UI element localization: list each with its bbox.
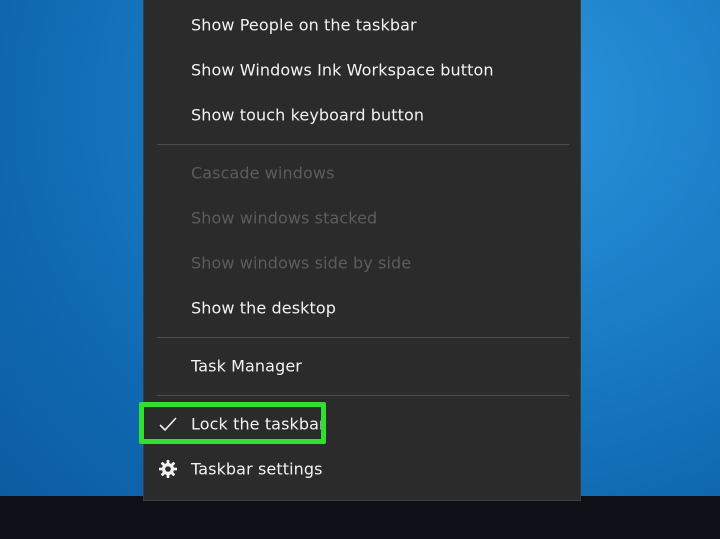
menu-item-show-windows-stacked: Show windows stacked — [144, 198, 580, 238]
menu-item-show-windows-side-by-side: Show windows side by side — [144, 243, 580, 283]
menu-separator — [157, 395, 569, 396]
menu-item-label: Show windows stacked — [191, 208, 378, 228]
menu-item-label: Show windows side by side — [191, 253, 412, 273]
menu-item-label: Show the desktop — [191, 298, 337, 318]
taskbar[interactable] — [0, 496, 720, 539]
menu-item-show-people[interactable]: Show People on the taskbar — [144, 5, 580, 45]
menu-item-show-desktop[interactable]: Show the desktop — [144, 288, 580, 328]
checkmark-icon — [158, 414, 178, 434]
menu-item-task-manager[interactable]: Task Manager — [144, 346, 580, 386]
menu-item-label: Taskbar settings — [191, 459, 323, 479]
menu-item-show-ink-workspace[interactable]: Show Windows Ink Workspace button — [144, 50, 580, 90]
menu-item-lock-taskbar[interactable]: Lock the taskbar — [144, 404, 580, 444]
menu-item-label: Cascade windows — [191, 163, 335, 183]
menu-item-label: Show People on the taskbar — [191, 15, 417, 35]
taskbar-context-menu: Show People on the taskbar Show Windows … — [143, 0, 581, 501]
menu-item-label: Lock the taskbar — [191, 414, 326, 434]
menu-separator — [157, 144, 569, 145]
menu-item-cascade-windows: Cascade windows — [144, 153, 580, 193]
menu-separator — [157, 337, 569, 338]
menu-item-show-touch-keyboard[interactable]: Show touch keyboard button — [144, 95, 580, 135]
menu-item-label: Task Manager — [191, 356, 302, 376]
menu-item-label: Show Windows Ink Workspace button — [191, 60, 494, 80]
gear-icon — [158, 459, 178, 479]
menu-item-label: Show touch keyboard button — [191, 105, 425, 125]
menu-item-taskbar-settings[interactable]: Taskbar settings — [144, 449, 580, 489]
